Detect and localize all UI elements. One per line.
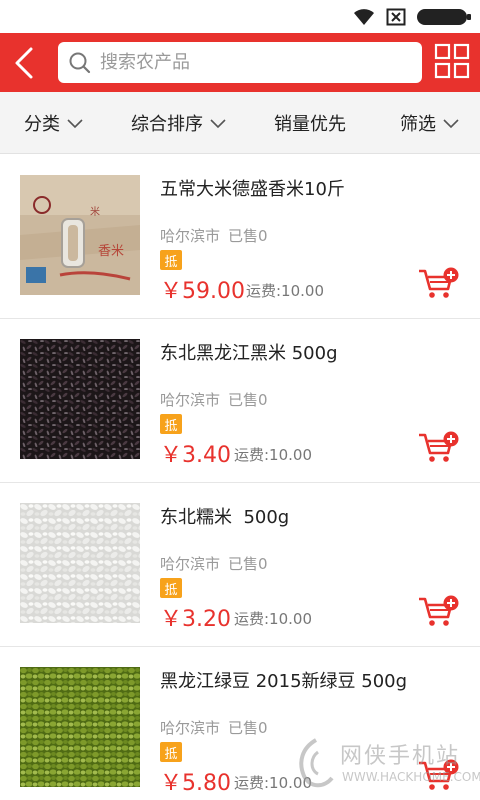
header-bar [0, 33, 480, 92]
product-city: 哈尔滨市 [160, 391, 221, 409]
grid-view-icon [434, 43, 470, 79]
product-item[interactable]: 东北糯米 500g 哈尔滨市 已售0 抵 ￥3.20 运费:10.00 [0, 483, 480, 647]
mung-bean-image [20, 667, 140, 787]
product-meta: 哈尔滨市 已售0 [160, 389, 268, 410]
svg-text:米: 米 [90, 205, 100, 218]
product-city: 哈尔滨市 [160, 555, 221, 573]
status-bar [0, 0, 480, 33]
add-cart-icon [419, 431, 459, 462]
grid-view-button[interactable] [434, 43, 470, 79]
add-to-cart-button[interactable] [418, 267, 460, 301]
product-shipping: 运费:10.00 [234, 446, 312, 464]
deduct-badge: 抵 [160, 578, 182, 598]
deduct-badge: 抵 [160, 742, 182, 762]
product-price: ￥3.20 [160, 607, 231, 632]
product-meta: 哈尔滨市 已售0 [160, 225, 268, 246]
add-to-cart-button[interactable] [418, 431, 460, 465]
filter-screen[interactable]: 筛选 [400, 92, 460, 154]
chevron-down-icon [67, 119, 83, 129]
filter-sort[interactable]: 综合排序 [131, 92, 227, 154]
rice-bag-image: 米 香米 [20, 175, 140, 295]
watermark: 网侠手机站 WWW.HACKHOME.COM [294, 734, 480, 796]
product-city: 哈尔滨市 [160, 227, 221, 245]
add-cart-icon [419, 595, 459, 626]
filter-category-label: 分类 [24, 114, 60, 135]
chevron-down-icon [210, 119, 226, 129]
product-name: 黑龙江绿豆 2015新绿豆 500g [160, 671, 408, 692]
product-meta: 哈尔滨市 已售0 [160, 553, 268, 574]
deduct-badge: 抵 [160, 414, 182, 434]
product-meta: 哈尔滨市 已售0 [160, 717, 268, 738]
filter-bar: 分类 综合排序 销量优先 筛选 [0, 92, 480, 154]
product-item[interactable]: 米 香米 五常大米德盛香米10斤 哈尔滨市 已售0 抵 ￥59.00 运费:10.… [0, 155, 480, 319]
back-button[interactable] [6, 43, 42, 83]
product-price: ￥59.00 [160, 279, 245, 304]
product-list: 米 香米 五常大米德盛香米10斤 哈尔滨市 已售0 抵 ￥59.00 运费:10.… [0, 155, 480, 800]
filter-sort-label: 综合排序 [131, 114, 203, 135]
product-name: 东北黑龙江黑米 500g [160, 343, 338, 364]
product-name: 五常大米德盛香米10斤 [160, 179, 345, 200]
product-shipping: 运费:10.00 [246, 282, 324, 300]
glutinous-rice-image [20, 503, 140, 623]
deduct-badge: 抵 [160, 250, 182, 270]
chevron-down-icon [443, 119, 459, 129]
black-rice-image [20, 339, 140, 459]
product-price: ￥3.40 [160, 443, 231, 468]
product-city: 哈尔滨市 [160, 719, 221, 737]
back-chevron-icon [15, 47, 33, 79]
product-shipping: 运费:10.00 [234, 610, 312, 628]
watermark-logo-icon [299, 738, 334, 788]
add-cart-icon [419, 267, 459, 298]
svg-text:香米: 香米 [98, 244, 124, 259]
filter-sales[interactable]: 销量优先 [274, 92, 346, 154]
product-sold: 已售0 [228, 227, 268, 245]
wifi-icon [352, 8, 376, 26]
watermark-text: 网侠手机站 [340, 744, 461, 769]
sim-icon [386, 8, 406, 26]
watermark-url: WWW.HACKHOME.COM [342, 770, 480, 784]
search-icon [69, 52, 91, 73]
product-name: 东北糯米 500g [160, 507, 290, 528]
add-to-cart-button[interactable] [418, 595, 460, 629]
search-input[interactable] [100, 52, 400, 73]
product-sold: 已售0 [228, 719, 268, 737]
battery-icon [416, 7, 472, 27]
product-price: ￥5.80 [160, 771, 231, 796]
product-sold: 已售0 [228, 391, 268, 409]
filter-category[interactable]: 分类 [24, 92, 84, 154]
filter-sales-label: 销量优先 [274, 114, 346, 135]
product-item[interactable]: 东北黑龙江黑米 500g 哈尔滨市 已售0 抵 ￥3.40 运费:10.00 [0, 319, 480, 483]
filter-screen-label: 筛选 [400, 114, 436, 135]
product-sold: 已售0 [228, 555, 268, 573]
search-box[interactable] [58, 42, 422, 83]
